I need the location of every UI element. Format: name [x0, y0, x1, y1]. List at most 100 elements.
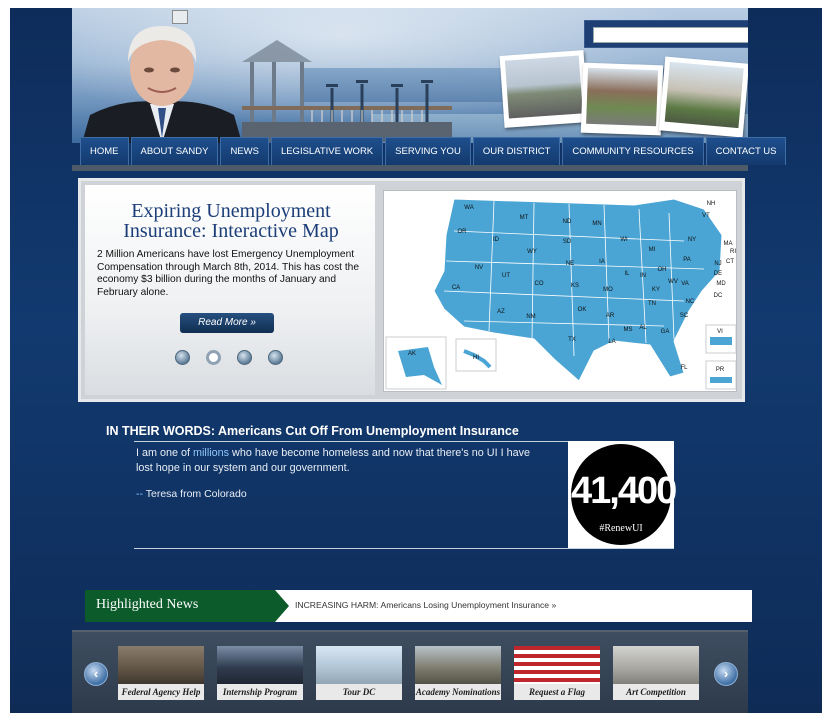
highlighted-news-link[interactable]: INCREASING HARM: Americans Losing Unempl…: [295, 600, 556, 610]
nav-home[interactable]: HOME: [80, 137, 129, 165]
map-label-va: VA: [681, 281, 689, 287]
nav-about-sandy[interactable]: ABOUT SANDY: [130, 137, 219, 165]
map-label-nh: NH: [707, 201, 716, 207]
badge-number: 41,400: [571, 470, 677, 512]
slide-dot-1[interactable]: [175, 350, 190, 365]
map-label-tx: TX: [568, 337, 576, 343]
read-more-button[interactable]: Read More »: [180, 313, 274, 333]
nav-our-district[interactable]: OUR DISTRICT: [472, 137, 561, 165]
map-label-nj: NJ: [714, 261, 721, 267]
map-label-ny: NY: [688, 237, 696, 243]
us-map[interactable]: WA OR ID MT ND MN WI MI NY VT NH MA RI CT NJ DE MD DC CA NV…: [383, 190, 737, 392]
map-label-pr: PR: [716, 367, 725, 373]
carousel-prev-button[interactable]: ‹: [84, 662, 108, 686]
quote-author-dash: --: [136, 488, 143, 500]
badge-hashtag: #RenewUI: [599, 523, 643, 534]
map-label-ia: IA: [599, 259, 605, 265]
map-label-sc: SC: [680, 313, 689, 319]
nav-contact-us[interactable]: CONTACT US: [705, 137, 787, 165]
slide-title[interactable]: Expiring Unemployment Insurance: Interac…: [93, 201, 369, 241]
map-label-ga: GA: [661, 329, 670, 335]
map-label-az: AZ: [497, 309, 505, 315]
nav-serving-you[interactable]: SERVING YOU: [385, 137, 471, 165]
map-label-wy: WY: [527, 249, 537, 255]
quote-text: I am one of millions who have become hom…: [136, 446, 536, 476]
map-label-md: MD: [716, 281, 726, 287]
quote-section-heading[interactable]: IN THEIR WORDS: Americans Cut Off From U…: [106, 424, 519, 438]
map-label-fl: FL: [680, 365, 688, 371]
main-nav: HOME ABOUT SANDY NEWS LEGISLATIVE WORK S…: [80, 137, 787, 165]
map-label-or: OR: [458, 229, 468, 235]
map-label-de: DE: [714, 271, 722, 277]
map-label-pa: PA: [683, 257, 691, 263]
district-photo-2: [580, 62, 664, 136]
gazebo-image: [242, 40, 452, 142]
map-label-ca: CA: [452, 285, 460, 291]
map-label-ct: CT: [726, 259, 734, 265]
services-carousel: ‹ Federal Agency Help Internship Program…: [72, 630, 748, 713]
map-label-mo: MO: [603, 287, 613, 293]
map-label-ks: KS: [571, 283, 579, 289]
map-label-mi: MI: [649, 247, 656, 253]
nav-community-resources[interactable]: COMMUNITY RESOURCES: [562, 137, 704, 165]
tile-request-a-flag[interactable]: Request a Flag: [514, 646, 600, 700]
map-label-nv: NV: [475, 265, 483, 271]
chevron-left-icon: ‹: [93, 666, 99, 681]
map-label-ky: KY: [652, 287, 660, 293]
slide-text-panel: Expiring Unemployment Insurance: Interac…: [85, 185, 375, 395]
map-label-ms: MS: [624, 327, 633, 333]
map-label-hi: HI: [473, 355, 479, 361]
tile-tour-dc[interactable]: Tour DC: [316, 646, 402, 700]
slide-body: 2 Million Americans have lost Emergency …: [97, 249, 360, 298]
featured-slider: Expiring Unemployment Insurance: Interac…: [78, 178, 745, 402]
search-input[interactable]: [593, 27, 748, 43]
map-label-al: AL: [639, 325, 647, 331]
nav-news[interactable]: NEWS: [220, 137, 269, 165]
map-label-ri: RI: [730, 249, 736, 255]
representative-portrait: [82, 26, 242, 143]
district-photo-1: [499, 50, 589, 128]
map-label-vt: VT: [702, 213, 710, 219]
search-box: [584, 20, 748, 48]
highlighted-news-arrow: [275, 590, 289, 622]
slide-dot-2[interactable]: [206, 350, 221, 365]
map-label-ne: NE: [566, 261, 574, 267]
renew-ui-badge[interactable]: 41,400 #RenewUI: [568, 441, 677, 548]
header-banner: [72, 8, 748, 143]
map-label-in: IN: [640, 273, 646, 279]
tile-academy-nominations[interactable]: Academy Nominations: [415, 646, 501, 700]
map-label-dc: DC: [714, 293, 723, 299]
slide-dot-3[interactable]: [237, 350, 252, 365]
quote-top-rule: [134, 441, 570, 442]
map-label-sd: SD: [563, 239, 572, 245]
quote-author: -- Teresa from Colorado: [136, 488, 247, 500]
highlighted-news-label: Highlighted News: [96, 597, 199, 612]
map-label-ut: UT: [502, 273, 510, 279]
map-label-nd: ND: [563, 219, 572, 225]
map-label-ar: AR: [606, 313, 615, 319]
tile-art-competition[interactable]: Art Competition: [613, 646, 699, 700]
nav-legislative-work[interactable]: LEGISLATIVE WORK: [270, 137, 384, 165]
map-label-nm: NM: [526, 314, 535, 320]
map-label-ak: AK: [408, 351, 416, 357]
map-label-vi: VI: [717, 329, 723, 335]
tile-internship-program[interactable]: Internship Program: [217, 646, 303, 700]
map-label-wi: WI: [620, 237, 628, 243]
highlighted-news-bar: Highlighted News INCREASING HARM: Americ…: [85, 590, 752, 622]
page-frame: HOME ABOUT SANDY NEWS LEGISLATIVE WORK S…: [10, 8, 822, 713]
district-photo-3: [658, 56, 748, 138]
quote-bottom-rule: [134, 548, 674, 549]
map-label-tn: TN: [648, 301, 656, 307]
tile-federal-agency-help[interactable]: Federal Agency Help: [118, 646, 204, 700]
map-label-la: LA: [608, 339, 615, 345]
slide-dot-4[interactable]: [268, 350, 283, 365]
nav-divider: [72, 165, 748, 171]
map-label-mt: MT: [520, 215, 529, 221]
quote-author-name: Teresa from Colorado: [143, 488, 247, 500]
carousel-next-button[interactable]: ›: [714, 662, 738, 686]
map-label-mn: MN: [592, 221, 601, 227]
highlighted-news-tab: Highlighted News: [85, 590, 275, 622]
map-label-wa: WA: [464, 205, 473, 211]
quote-highlight: millions: [193, 447, 230, 459]
map-label-nc: NC: [686, 299, 695, 305]
